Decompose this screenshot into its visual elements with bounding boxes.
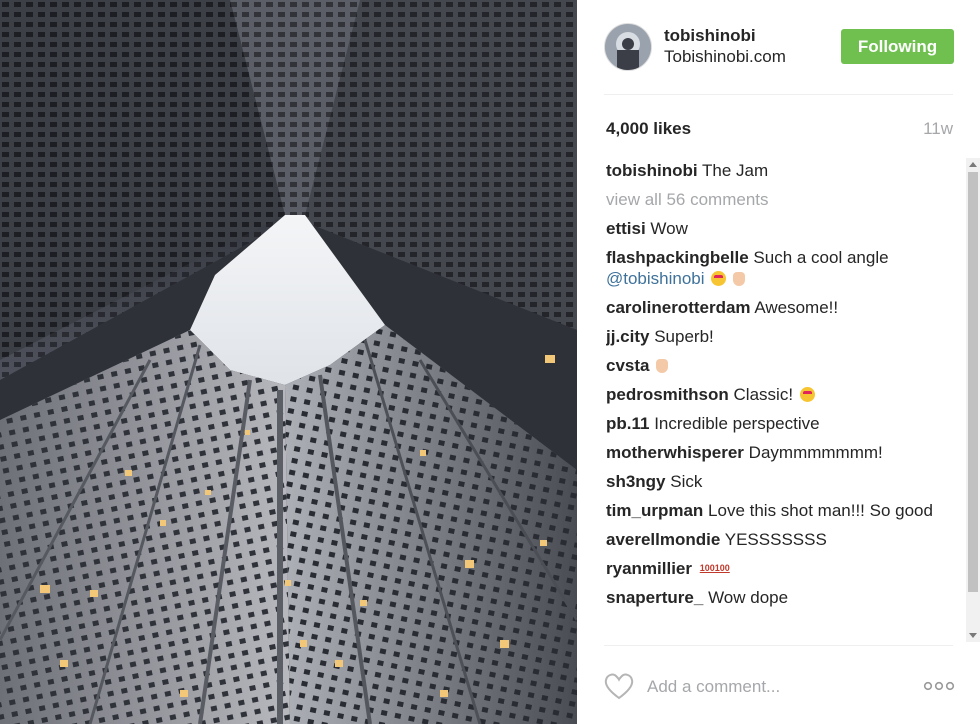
list-item: ryanmillier 100100: [606, 558, 951, 579]
list-item: cvsta: [606, 355, 951, 376]
comment-text: YESSSSSSS: [724, 530, 827, 549]
more-dots-icon[interactable]: [923, 680, 955, 692]
scroll-down-arrow-icon[interactable]: [969, 633, 977, 638]
comment-text: Such a cool angle: [753, 248, 889, 267]
list-item: pedrosmithson Classic!: [606, 384, 951, 405]
heart-eyes-emoji-icon: [711, 271, 727, 286]
following-button[interactable]: Following: [841, 29, 954, 64]
footer-divider: [604, 645, 953, 646]
photo-image: [0, 0, 577, 724]
avatar[interactable]: [604, 23, 652, 71]
list-item: ettisi Wow: [606, 218, 951, 239]
comment-user[interactable]: carolinerotterdam: [606, 298, 751, 317]
list-item: motherwhisperer Daymmmmmmm!: [606, 442, 951, 463]
post-website[interactable]: Tobishinobi.com: [664, 47, 786, 67]
post-panel: tobishinobi Tobishinobi.com Following 4,…: [577, 0, 980, 724]
heart-eyes-emoji-icon: [799, 387, 815, 402]
likes-count[interactable]: 4,000 likes: [606, 119, 691, 139]
comment-user[interactable]: pedrosmithson: [606, 385, 729, 404]
list-item: snaperture_ Wow dope: [606, 587, 951, 608]
list-item: carolinerotterdam Awesome!!: [606, 297, 951, 318]
comment-mention[interactable]: @tobishinobi: [606, 269, 705, 288]
heart-outline-icon[interactable]: [604, 672, 634, 700]
caption: tobishinobi The Jam: [606, 160, 951, 181]
comment-text: Wow dope: [708, 588, 789, 607]
comment-text: Daymmmmmmm!: [748, 443, 883, 462]
add-comment-input[interactable]: [645, 671, 909, 703]
hundred-points-emoji-icon: 100100: [699, 563, 730, 573]
post-username[interactable]: tobishinobi: [664, 26, 756, 46]
comment-user[interactable]: ettisi: [606, 219, 646, 238]
comment-text: Incredible perspective: [654, 414, 820, 433]
comment-text: Wow: [650, 219, 688, 238]
comment-user[interactable]: motherwhisperer: [606, 443, 744, 462]
comment-list: tobishinobi The Jam view all 56 comments…: [606, 160, 951, 642]
avatar-image: [605, 24, 651, 70]
comment-user[interactable]: tim_urpman: [606, 501, 703, 520]
list-item: averellmondie YESSSSSSS: [606, 529, 951, 550]
list-item: flashpackingbelle Such a cool angle @tob…: [606, 247, 951, 289]
comment-text: Sick: [670, 472, 703, 491]
comments-scrollbar[interactable]: [966, 158, 980, 642]
post-header: tobishinobi Tobishinobi.com Following: [577, 0, 980, 94]
comment-text: Classic!: [733, 385, 794, 404]
comment-user[interactable]: pb.11: [606, 414, 649, 433]
scroll-up-arrow-icon[interactable]: [969, 162, 977, 167]
comment-text: Awesome!!: [754, 298, 839, 317]
list-item: sh3ngy Sick: [606, 471, 951, 492]
caption-text: The Jam: [702, 161, 769, 180]
post-time[interactable]: 11w: [923, 119, 953, 139]
comment-user[interactable]: sh3ngy: [606, 472, 666, 491]
wave-hand-emoji-icon: [733, 272, 746, 286]
comment-user[interactable]: cvsta: [606, 356, 649, 375]
list-item: tim_urpman Love this shot man!!! So good: [606, 500, 951, 521]
comment-text: Superb!: [654, 327, 714, 346]
comment-user[interactable]: snaperture_: [606, 588, 703, 607]
comment-user[interactable]: jj.city: [606, 327, 649, 346]
comment-user[interactable]: flashpackingbelle: [606, 248, 749, 267]
view-all-comments-link[interactable]: view all 56 comments: [606, 189, 951, 210]
scrollbar-thumb[interactable]: [968, 172, 978, 592]
post-photo[interactable]: [0, 0, 577, 724]
pointing-hand-emoji-icon: [656, 359, 669, 373]
list-item: jj.city Superb!: [606, 326, 951, 347]
comment-text: Love this shot man!!! So good: [708, 501, 933, 520]
comment-user[interactable]: averellmondie: [606, 530, 720, 549]
list-item: pb.11 Incredible perspective: [606, 413, 951, 434]
comment-user[interactable]: ryanmillier: [606, 559, 692, 578]
comment-footer: [577, 660, 980, 724]
header-divider: [604, 94, 953, 95]
caption-user[interactable]: tobishinobi: [606, 161, 698, 180]
